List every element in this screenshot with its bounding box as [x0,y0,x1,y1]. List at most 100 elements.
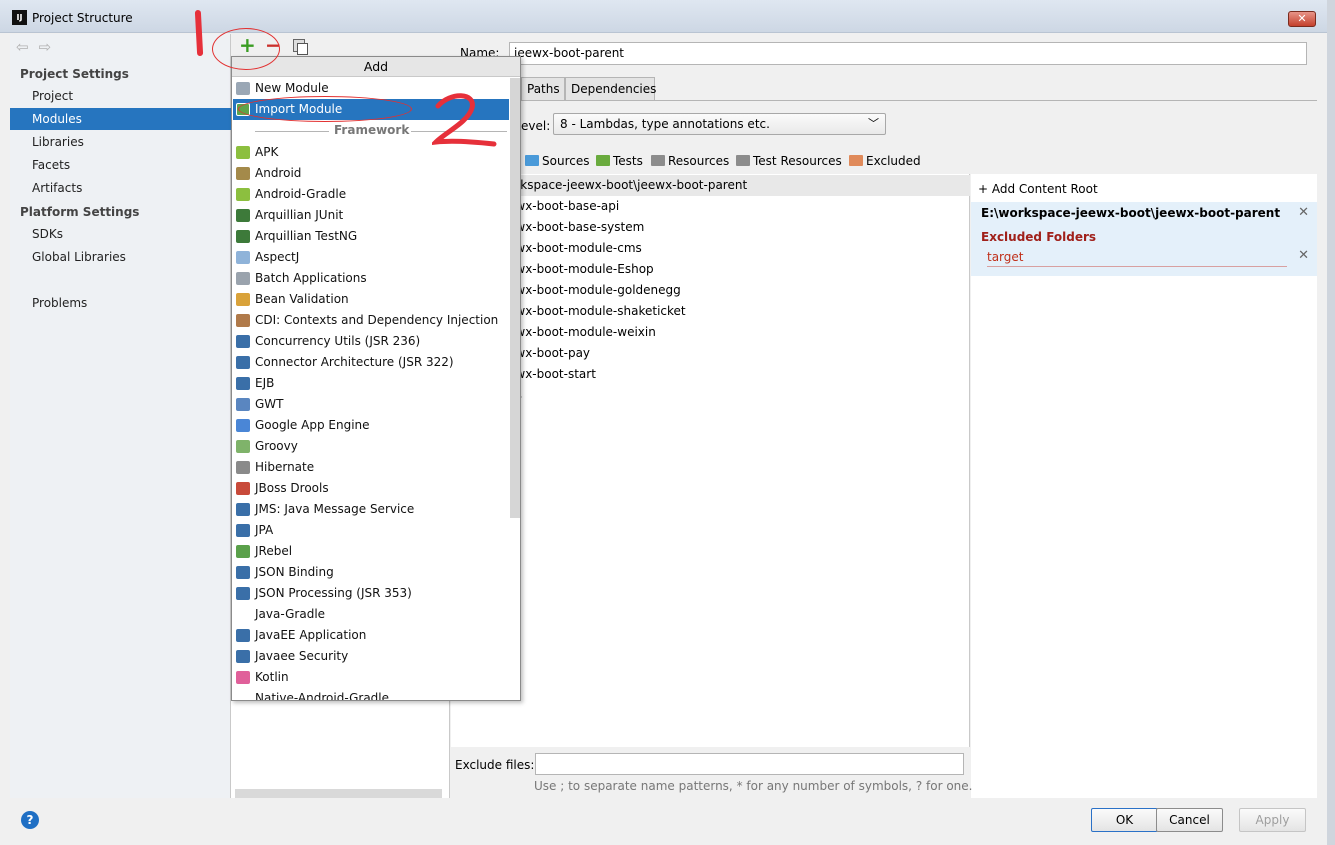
menu-item-framework[interactable]: Connector Architecture (JSR 322) [233,352,509,373]
tree-item[interactable]: ewx-boot-start [451,364,970,385]
menu-item-framework[interactable]: Arquillian JUnit [233,205,509,226]
menu-item-framework[interactable]: Hibernate [233,457,509,478]
sidebar-item-project[interactable]: Project [10,85,231,107]
tree-item[interactable]: gs [451,385,970,406]
popup-scrollbar[interactable] [510,78,520,518]
language-level-value: 8 - Lambdas, type annotations etc. [560,117,770,131]
menu-item-framework[interactable]: Batch Applications [233,268,509,289]
tabs-divider [451,100,1317,101]
menu-item-framework[interactable]: JRebel [233,541,509,562]
mark-tests-button[interactable]: Tests [596,152,643,170]
sidebar-item-libraries[interactable]: Libraries [10,131,231,153]
android-folder-icon [236,167,250,180]
sidebar-item-global-libraries[interactable]: Global Libraries [10,246,231,268]
resources-folder-icon [651,155,665,166]
content-root-panel: + Add Content Root E:\workspace-jeewx-bo… [971,174,1317,798]
menu-item-framework[interactable]: JavaEE Application [233,625,509,646]
menu-item-framework[interactable]: AspectJ [233,247,509,268]
menu-item-framework[interactable]: Arquillian TestNG [233,226,509,247]
mark-sources-button[interactable]: Sources [525,152,589,170]
module-name-input[interactable]: jeewx-boot-parent [509,42,1307,65]
sidebar-item-modules[interactable]: Modules [10,108,231,130]
javaee-icon [236,566,250,579]
excluded-folder-item[interactable]: target [987,250,1024,264]
menu-item-framework[interactable]: Groovy [233,436,509,457]
framework-heading: Framework [334,123,410,137]
menu-item-framework[interactable]: Bean Validation [233,289,509,310]
menu-item-framework[interactable]: JMS: Java Message Service [233,499,509,520]
jpa-icon [236,524,250,537]
add-content-root-button[interactable]: + Add Content Root [978,182,1098,196]
back-forward-icons[interactable]: ⇦⇨ [16,38,61,56]
menu-item-framework[interactable]: Concurrency Utils (JSR 236) [233,331,509,352]
mark-resources-button[interactable]: Resources [651,152,729,170]
mark-excluded-button[interactable]: Excluded [849,152,921,170]
menu-item-framework[interactable]: Android-Gradle [233,184,509,205]
mark-test-resources-button[interactable]: Test Resources [736,152,842,170]
menu-item-framework[interactable]: Native-Android-Gradle [233,688,509,700]
exclude-files-input[interactable] [535,753,964,775]
android-icon [236,146,250,159]
sidebar-item-facets[interactable]: Facets [10,154,231,176]
tab-paths[interactable]: Paths [521,77,565,100]
menu-item-framework[interactable]: Android [233,163,509,184]
menu-item-framework[interactable]: EJB [233,373,509,394]
sidebar-item-artifacts[interactable]: Artifacts [10,177,231,199]
close-button[interactable]: ✕ [1288,11,1316,27]
tree-item[interactable]: ewx-boot-base-api [451,196,970,217]
cancel-button[interactable]: Cancel [1156,808,1223,832]
ok-button[interactable]: OK [1091,808,1158,832]
menu-item-framework[interactable]: Google App Engine [233,415,509,436]
menu-item-framework[interactable]: Kotlin [233,667,509,688]
exclude-files-hint: Use ; to separate name patterns, * for a… [534,779,973,793]
copy-icon[interactable] [293,39,308,55]
popup-title: Add [232,57,520,77]
tree-item[interactable]: ewx-boot-module-goldenegg [451,280,970,301]
remove-excluded-icon[interactable]: ✕ [1298,248,1309,263]
platform-settings-heading: Platform Settings [20,205,140,219]
tree-item[interactable]: ewx-boot-base-system [451,217,970,238]
tab-dependencies[interactable]: Dependencies [565,77,656,100]
bean-validation-icon [236,293,250,306]
javaee-icon [236,650,250,663]
sidebar-item-problems[interactable]: Problems [10,292,231,314]
project-structure-dialog: IJ Project Structure ✕ ⇦⇨ Project Settin… [0,0,1335,845]
tree-item[interactable]: orkspace-jeewx-boot\jeewx-boot-parent [451,175,970,196]
javaee-icon [236,587,250,600]
hibernate-icon [236,461,250,474]
excluded-folder-icon [849,155,863,166]
help-icon[interactable]: ? [21,811,39,829]
groovy-icon [236,440,250,453]
menu-item-framework[interactable]: GWT [233,394,509,415]
tree-item[interactable]: ewx-boot-module-shaketicket [451,301,970,322]
intellij-logo-icon: IJ [12,10,27,25]
remove-content-root-icon[interactable]: ✕ [1298,202,1309,224]
gwt-icon [236,398,250,411]
tree-item[interactable]: ewx-boot-pay [451,343,970,364]
sources-folder-icon [525,155,539,166]
apply-button[interactable]: Apply [1239,808,1306,832]
javaee-icon [236,356,250,369]
horizontal-scrollbar[interactable] [235,789,442,798]
excluded-folders-section: Excluded Folders target ✕ [971,224,1317,276]
exclude-files-label: Exclude files: [455,758,535,772]
tree-item[interactable]: ewx-boot-module-cms [451,238,970,259]
arquillian-icon [236,230,250,243]
menu-item-framework[interactable]: Javaee Security [233,646,509,667]
language-level-label: evel: [521,119,551,133]
tree-item[interactable]: ewx-boot-module-Eshop [451,259,970,280]
annotation-circle-import [238,96,412,122]
menu-item-framework[interactable]: JPA [233,520,509,541]
menu-item-framework[interactable]: CDI: Contexts and Dependency Injection [233,310,509,331]
menu-item-framework[interactable]: JSON Binding [233,562,509,583]
sidebar-item-sdks[interactable]: SDKs [10,223,231,245]
tree-item[interactable]: ewx-boot-module-weixin [451,322,970,343]
language-level-dropdown[interactable]: 8 - Lambdas, type annotations etc. ﹀ [553,113,886,135]
window-title: Project Structure [32,11,133,25]
module-settings-panel: Name: jeewx-boot-parent Paths Dependenci… [451,34,1317,798]
menu-item-framework[interactable]: JSON Processing (JSR 353) [233,583,509,604]
ejb-icon [236,377,250,390]
annotation-circle-add [212,28,280,70]
menu-item-framework[interactable]: JBoss Drools [233,478,509,499]
menu-item-framework[interactable]: Java-Gradle [233,604,509,625]
